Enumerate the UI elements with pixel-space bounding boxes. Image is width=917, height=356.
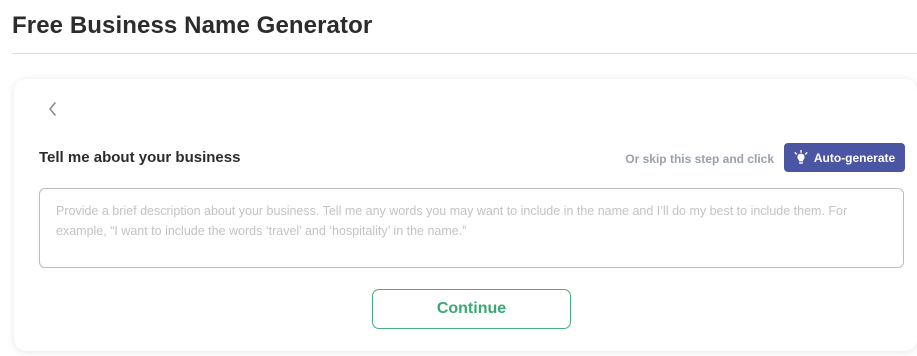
business-description-input[interactable]: [39, 188, 904, 268]
section-heading: Tell me about your business: [39, 149, 241, 166]
page-title: Free Business Name Generator: [12, 12, 373, 39]
chevron-left-icon: [48, 102, 56, 116]
back-button[interactable]: [44, 99, 60, 119]
continue-button[interactable]: Continue: [372, 289, 571, 329]
auto-generate-label: Auto-generate: [813, 150, 896, 165]
skip-step-text: Or skip this step and click: [625, 152, 774, 166]
auto-generate-button[interactable]: Auto-generate: [784, 143, 905, 172]
lightbulb-icon: [794, 150, 808, 164]
header-divider: [12, 53, 917, 54]
generator-card: Tell me about your business Or skip this…: [14, 79, 917, 351]
